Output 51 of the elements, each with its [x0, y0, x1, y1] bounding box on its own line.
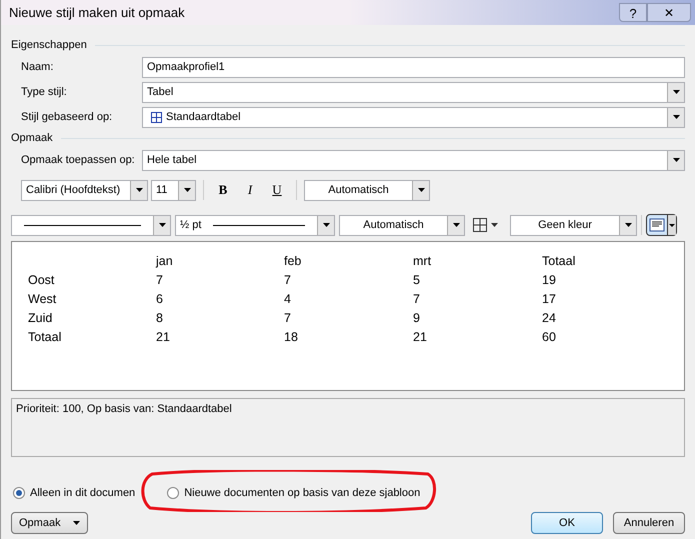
- size-dropdown[interactable]: 11: [151, 180, 196, 200]
- description-text: Prioriteit: 100, Op basis van: Standaardtabel: [16, 403, 232, 415]
- table-cell-text: 17: [542, 291, 557, 308]
- table-cell-text: 8: [156, 310, 164, 327]
- table-cell-text: 4: [284, 291, 292, 308]
- window-title: Nieuwe stijl maken uit opmaak: [9, 4, 186, 22]
- group-legend: Opmaak: [11, 130, 53, 146]
- row-header: West: [28, 291, 58, 308]
- format-menu-button[interactable]: Opmaak: [11, 512, 88, 534]
- dropdown[interactable]: Tabel: [142, 82, 685, 102]
- table-cell-text: 6: [156, 291, 164, 308]
- row-header: Oost: [28, 272, 56, 289]
- close-button[interactable]: ✕: [647, 3, 691, 22]
- ok-button[interactable]: OK: [531, 512, 603, 534]
- table-cell-text: 5: [413, 272, 421, 289]
- table-cell-text: 7: [284, 310, 292, 327]
- table-cell-text: 19: [542, 272, 557, 289]
- table-cell-text: 60: [542, 329, 557, 346]
- table-cell-text: 18: [284, 329, 299, 346]
- row-header: Totaal: [28, 329, 62, 346]
- field-label: Opmaak toepassen op:: [20, 152, 136, 168]
- border-color-dropdown[interactable]: Automatisch: [339, 214, 465, 236]
- font-dropdown[interactable]: Calibri (Hoofdtekst): [21, 180, 148, 200]
- field-label: Type stijl:: [20, 84, 68, 100]
- table-cell-text: 21: [413, 329, 428, 346]
- input-field[interactable]: Opmaakprofiel1: [142, 56, 685, 78]
- dropdown[interactable]: Standaardtabel: [142, 106, 685, 128]
- column-header: mrt: [413, 253, 432, 270]
- table-cell-text: 24: [542, 310, 557, 327]
- column-header: feb: [284, 253, 302, 270]
- cancel-button[interactable]: Annuleren: [613, 512, 685, 534]
- bold-button[interactable]: B: [211, 180, 235, 200]
- line-width-dropdown[interactable]: ½ pt: [175, 214, 335, 236]
- group-legend: Eigenschappen: [11, 36, 87, 54]
- field-label: Stijl gebaseerd op:: [20, 110, 114, 125]
- column-header: jan: [156, 253, 174, 270]
- row-header: Zuid: [28, 310, 54, 327]
- table-cell-text: 7: [156, 272, 164, 289]
- shading-dropdown[interactable]: Geen kleur: [510, 214, 637, 236]
- field-label: Naam:: [20, 60, 54, 75]
- help-button[interactable]: ?: [619, 3, 647, 22]
- italic-button[interactable]: I: [238, 180, 262, 200]
- radio-option[interactable]: Alleen in dit documen: [13, 484, 136, 502]
- dropdown[interactable]: Hele tabel: [142, 150, 685, 170]
- table-cell-text: 7: [284, 272, 292, 289]
- table-cell-text: 9: [413, 310, 421, 327]
- table-cell-text: 7: [413, 291, 421, 308]
- table-cell-text: 21: [156, 329, 171, 346]
- underline-button[interactable]: U: [265, 180, 289, 200]
- font-color-dropdown[interactable]: Automatisch: [304, 180, 430, 200]
- column-header: Totaal: [542, 253, 576, 270]
